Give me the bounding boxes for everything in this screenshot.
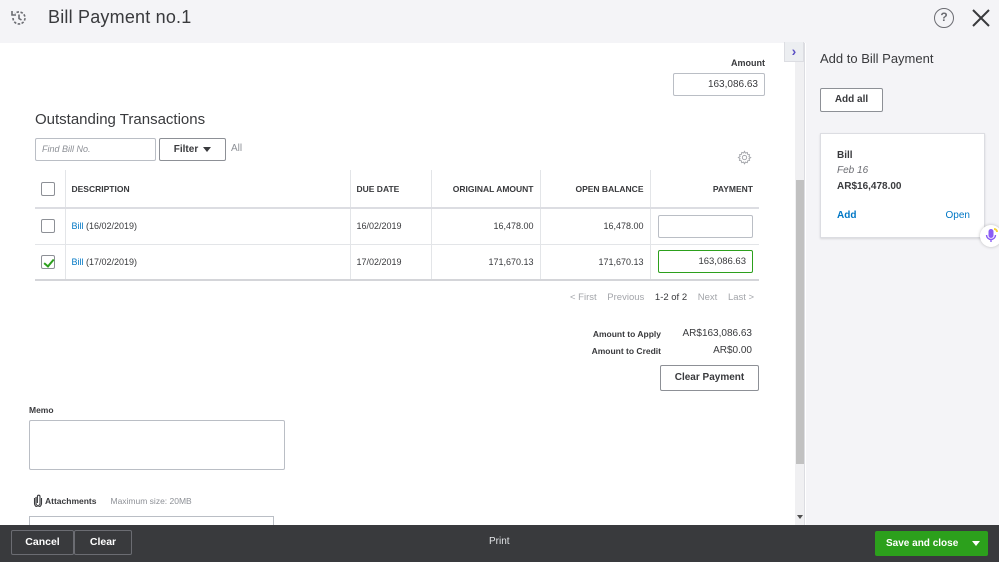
memo-label: Memo (29, 405, 54, 415)
amount-to-apply-row: Amount to Apply AR$163,086.63 (570, 325, 752, 342)
select-all-cell (35, 170, 66, 209)
pager-previous[interactable]: Previous (607, 292, 644, 303)
filter-button-label: Filter (173, 144, 199, 155)
save-and-close-button[interactable]: Save and close (875, 531, 988, 556)
bill-date-text: (17/02/2019) (83, 256, 138, 267)
select-all-checkbox[interactable] (41, 181, 55, 196)
dialog-header: Bill Payment no.1 ? (0, 0, 999, 43)
bill-card-open-link[interactable]: Open (946, 210, 970, 221)
history-clock-icon[interactable] (9, 8, 29, 28)
page-title: Bill Payment no.1 (48, 7, 192, 27)
attachments-label: Attachments (45, 495, 97, 506)
due-date-cell: 17/02/2019 (350, 244, 432, 281)
pagination: < First Previous 1-2 of 2 Next Last > (570, 292, 762, 303)
clear-button[interactable]: Clear (74, 530, 132, 555)
find-bill-input[interactable]: Find Bill No. (35, 138, 156, 161)
cancel-button[interactable]: Cancel (11, 530, 74, 555)
attachments-row: Attachments Maximum size: 20MB (33, 494, 192, 507)
side-panel-title: Add to Bill Payment (820, 51, 934, 66)
add-to-bill-payment-panel: Add to Bill Payment Add all Bill Feb 16 … (806, 43, 999, 525)
amount-label: Amount (731, 58, 765, 68)
pager-first[interactable]: < First (570, 292, 597, 303)
outstanding-transactions-title: Outstanding Transactions (35, 111, 206, 128)
pager-last[interactable]: Last > (728, 292, 754, 303)
bill-card-amount: AR$16,478.00 (837, 181, 902, 192)
payment-input[interactable]: 163,086.63 (658, 250, 753, 274)
description-cell: Bill (17/02/2019) (65, 244, 351, 281)
close-icon[interactable] (970, 7, 992, 29)
gear-icon[interactable] (737, 150, 752, 165)
row-checkbox[interactable] (41, 219, 55, 234)
bill-card-add-link[interactable]: Add (837, 210, 856, 221)
bill-card: Bill Feb 16 AR$16,478.00 Add Open (820, 133, 985, 238)
scroll-down-arrow-icon[interactable] (797, 515, 803, 519)
payment-cell (650, 208, 759, 245)
payment-cell: 163,086.63 (650, 244, 759, 281)
table-row: Bill (17/02/2019) 17/02/2019 171,670.13 … (35, 244, 759, 281)
open-balance-cell: 16,478.00 (540, 208, 651, 245)
amount-to-credit-label: Amount to Credit (591, 345, 661, 356)
amount-input[interactable]: 163,086.63 (673, 73, 765, 96)
scrollbar-thumb[interactable] (796, 180, 804, 464)
bill-card-type: Bill (837, 150, 853, 161)
print-link[interactable]: Print (489, 536, 510, 547)
pager-next[interactable]: Next (698, 292, 718, 303)
clear-payment-button[interactable]: Clear Payment (660, 365, 759, 391)
amount-to-apply-label: Amount to Apply (592, 328, 661, 339)
collapse-panel-chevron-icon[interactable]: › (784, 42, 804, 62)
column-description[interactable]: DESCRIPTION (65, 170, 351, 209)
open-balance-cell: 171,670.13 (540, 244, 651, 281)
table-row: Bill (16/02/2019) 16/02/2019 16,478.00 1… (35, 208, 759, 245)
description-cell: Bill (16/02/2019) (65, 208, 351, 245)
table-header-row: DESCRIPTION DUE DATE ORIGINAL AMOUNT OPE… (35, 170, 759, 209)
save-options-caret-icon[interactable] (972, 541, 980, 546)
outstanding-transactions-table: DESCRIPTION DUE DATE ORIGINAL AMOUNT OPE… (35, 170, 759, 281)
column-open-balance[interactable]: OPEN BALANCE (540, 170, 651, 209)
main-scrollbar[interactable] (795, 43, 805, 525)
help-icon[interactable]: ? (934, 8, 954, 28)
bill-card-date: Feb 16 (837, 165, 869, 176)
amount-to-credit-value: AR$0.00 (713, 345, 752, 356)
payment-input[interactable] (658, 214, 753, 238)
bill-link[interactable]: Bill (72, 257, 84, 267)
save-and-close-label: Save and close (886, 538, 959, 549)
column-due-date[interactable]: DUE DATE (350, 170, 432, 209)
filter-value: All (231, 143, 243, 154)
pager-range: 1-2 of 2 (654, 292, 688, 303)
amount-to-credit-row: Amount to Credit AR$0.00 (570, 342, 752, 359)
row-select-cell (35, 244, 66, 281)
add-all-button[interactable]: Add all (820, 88, 883, 112)
main-form: Amount 163,086.63 Outstanding Transactio… (0, 43, 795, 525)
original-amount-cell: 16,478.00 (431, 208, 541, 245)
totals-summary: Amount to Apply AR$163,086.63 Amount to … (570, 325, 752, 359)
row-checkbox-checked[interactable] (41, 254, 55, 269)
column-original-amount[interactable]: ORIGINAL AMOUNT (431, 170, 541, 209)
memo-textarea[interactable] (29, 420, 285, 470)
column-payment[interactable]: PAYMENT (650, 170, 759, 209)
attachments-dropzone[interactable] (29, 516, 274, 525)
paperclip-icon (33, 494, 43, 507)
original-amount-cell: 171,670.13 (431, 244, 541, 281)
caret-down-icon (203, 146, 212, 152)
row-select-cell (35, 208, 66, 245)
amount-to-apply-value: AR$163,086.63 (682, 328, 752, 339)
attachments-max-size: Maximum size: 20MB (110, 495, 192, 506)
microphone-icon[interactable] (980, 225, 999, 247)
footer-bar: Cancel Clear Print Save and close (0, 525, 999, 562)
bill-link[interactable]: Bill (72, 221, 84, 231)
bill-date-text: (16/02/2019) (83, 221, 138, 232)
filter-button[interactable]: Filter (159, 138, 226, 161)
due-date-cell: 16/02/2019 (350, 208, 432, 245)
